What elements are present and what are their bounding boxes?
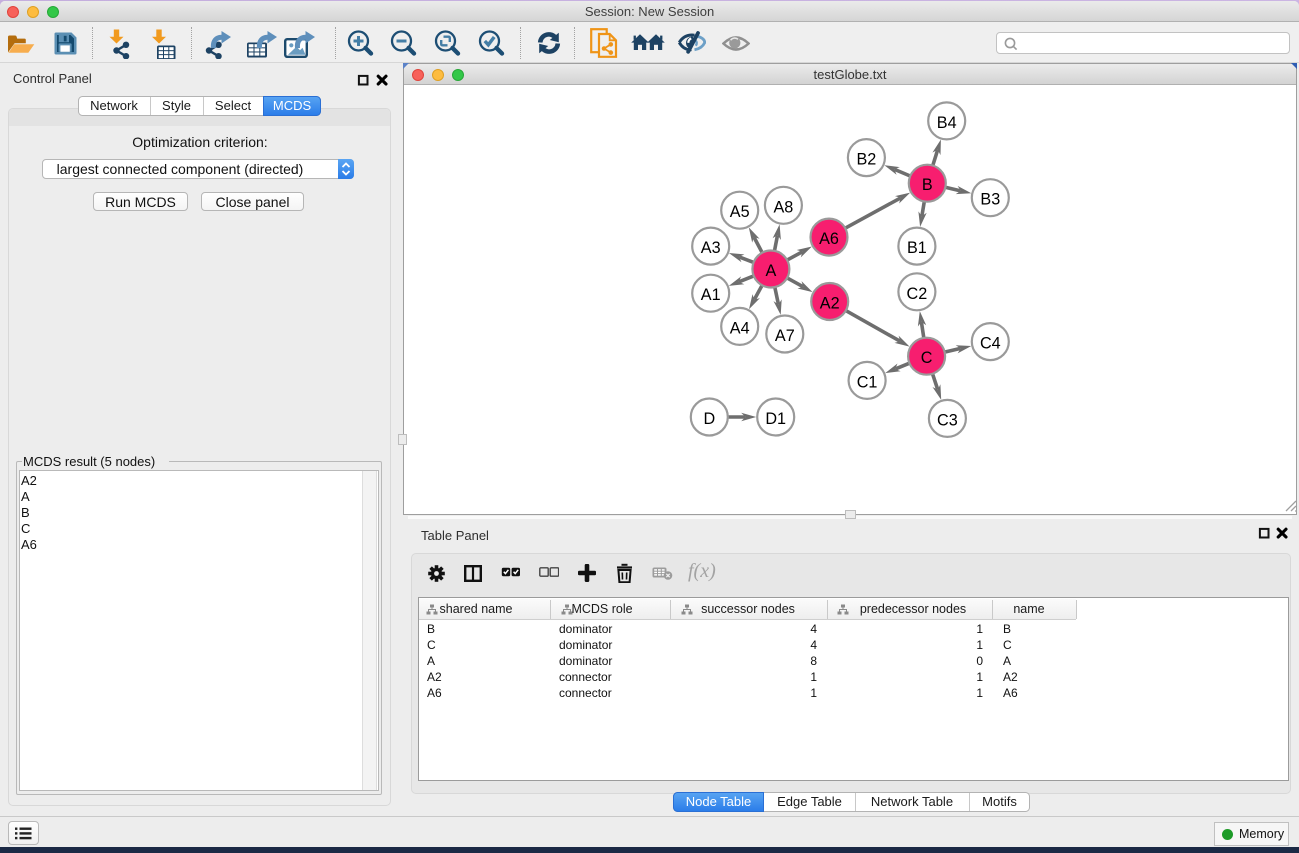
svg-text:A7: A7 [775, 327, 795, 345]
svg-text:A8: A8 [773, 198, 793, 216]
svg-text:B1: B1 [907, 239, 927, 257]
svg-text:B: B [922, 176, 933, 194]
svg-text:A6: A6 [819, 230, 839, 248]
svg-text:A5: A5 [730, 203, 750, 221]
svg-text:C3: C3 [937, 411, 958, 429]
svg-text:A3: A3 [701, 239, 721, 257]
svg-text:C: C [921, 349, 933, 367]
svg-text:D1: D1 [765, 410, 786, 428]
svg-text:A: A [765, 262, 776, 280]
svg-text:A2: A2 [820, 295, 840, 313]
svg-text:B3: B3 [980, 191, 1000, 209]
svg-text:A4: A4 [730, 319, 750, 337]
svg-text:A1: A1 [701, 286, 721, 304]
svg-text:C4: C4 [980, 335, 1001, 353]
svg-text:B4: B4 [937, 114, 957, 132]
svg-text:C1: C1 [857, 373, 878, 391]
svg-text:C2: C2 [907, 285, 928, 303]
svg-text:D: D [703, 410, 715, 428]
svg-text:B2: B2 [856, 151, 876, 169]
